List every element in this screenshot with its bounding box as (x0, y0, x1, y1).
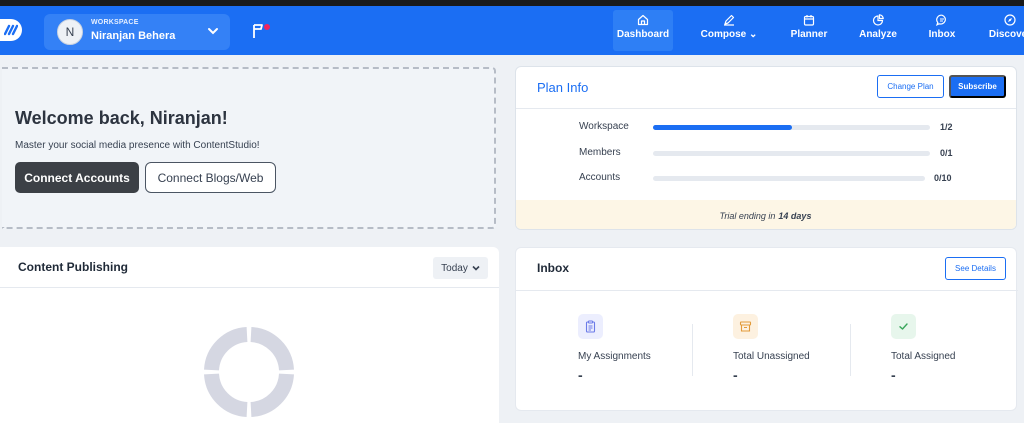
date-range-value: Today (441, 262, 468, 274)
tab-label: Analyze (859, 29, 897, 40)
content-publishing-title: Content Publishing (18, 260, 128, 274)
tab-label: Discover (988, 29, 1024, 40)
tab-label: Compose (700, 29, 747, 40)
tab-label: Dashboard (616, 29, 670, 40)
usage-fill (653, 125, 792, 130)
inbox-title: Inbox (537, 261, 569, 275)
stat-value: - (578, 367, 583, 383)
trial-days: 14 days (778, 210, 812, 221)
chat-icon (936, 14, 946, 26)
flag-icon[interactable] (253, 23, 271, 39)
trial-text: Trial ending in (719, 210, 776, 221)
inbox-card: Inbox See Details My Assignments - Total… (515, 247, 1018, 411)
chevron-down-icon (208, 28, 218, 35)
donut-segment (204, 373, 248, 417)
compass-icon (1004, 14, 1016, 26)
usage-value-members: 0/1 (940, 148, 953, 158)
usage-label-workspace: Workspace (579, 121, 629, 132)
usage-bar-members (653, 151, 930, 156)
usage-value-accounts: 0/10 (934, 173, 952, 183)
donut-segment (250, 373, 294, 417)
donut-segment (250, 327, 294, 371)
stat-label: My Assignments (578, 351, 651, 362)
welcome-title: Welcome back, Niranjan! (15, 108, 228, 128)
date-range-select[interactable]: Today (433, 257, 488, 279)
usage-label-accounts: Accounts (579, 172, 621, 183)
usage-bar-workspace (653, 125, 930, 130)
pen-icon (724, 14, 735, 26)
usage-value-workspace: 1/2 (940, 122, 953, 132)
workspace-tag: WORKSPACE (91, 19, 139, 26)
tab-dashboard[interactable]: Dashboard (613, 10, 673, 51)
tab-compose[interactable]: Compose ⌄ (697, 10, 761, 51)
divider (516, 290, 1018, 291)
welcome-panel: Welcome back, Niranjan! Master your soci… (2, 67, 496, 229)
archive-box-icon (733, 314, 758, 339)
donut-segment (204, 327, 248, 371)
trial-banner: Trial ending in 14 days (516, 200, 1016, 229)
publishing-donut-chart (204, 327, 294, 417)
tab-discover[interactable]: Discover (983, 10, 1024, 51)
divider (850, 324, 851, 376)
clipboard-icon (578, 314, 603, 339)
workspace-switcher[interactable]: N WORKSPACE Niranjan Behera (44, 14, 230, 50)
tab-inbox[interactable]: Inbox (924, 10, 960, 51)
top-navbar: N WORKSPACE Niranjan Behera Dashboard Co… (0, 6, 1024, 55)
stat-label: Total Unassigned (733, 351, 810, 362)
plan-info-title: Plan Info (537, 80, 589, 95)
welcome-subtitle: Master your social media presence with C… (15, 140, 260, 151)
plan-info-card: Plan Info Change Plan Subscribe Workspac… (515, 66, 1017, 230)
avatar: N (57, 19, 83, 45)
connect-blogs-button[interactable]: Connect Blogs/Web (145, 162, 276, 193)
stat-label: Total Assigned (891, 351, 956, 362)
usage-bar-accounts (653, 176, 925, 181)
divider (692, 324, 693, 376)
usage-label-members: Members (579, 147, 621, 158)
chevron-down-icon: ⌄ (748, 29, 758, 40)
tab-analyze[interactable]: Analyze (854, 10, 902, 51)
divider (0, 287, 499, 288)
notification-dot (264, 24, 270, 30)
content-publishing-card: Content Publishing Today (0, 247, 499, 423)
connect-accounts-button[interactable]: Connect Accounts (15, 162, 139, 193)
see-details-button[interactable]: See Details (945, 257, 1006, 280)
stat-value: - (891, 367, 896, 383)
app-logo[interactable] (0, 19, 22, 41)
chevron-down-icon (472, 265, 480, 271)
home-icon (637, 14, 649, 26)
change-plan-button[interactable]: Change Plan (877, 75, 944, 98)
subscribe-button[interactable]: Subscribe (949, 75, 1006, 98)
check-icon (891, 314, 916, 339)
stat-value: - (733, 367, 738, 383)
tab-label-with-chevron: Compose ⌄ (701, 29, 758, 40)
tab-label: Planner (790, 29, 828, 40)
calendar-icon (803, 15, 815, 26)
tab-label: Inbox (928, 29, 956, 40)
logo-icon (4, 24, 18, 36)
workspace-name: Niranjan Behera (91, 30, 176, 42)
divider (516, 108, 1016, 109)
pie-chart-icon (872, 14, 884, 26)
tab-planner[interactable]: Planner (786, 10, 832, 51)
